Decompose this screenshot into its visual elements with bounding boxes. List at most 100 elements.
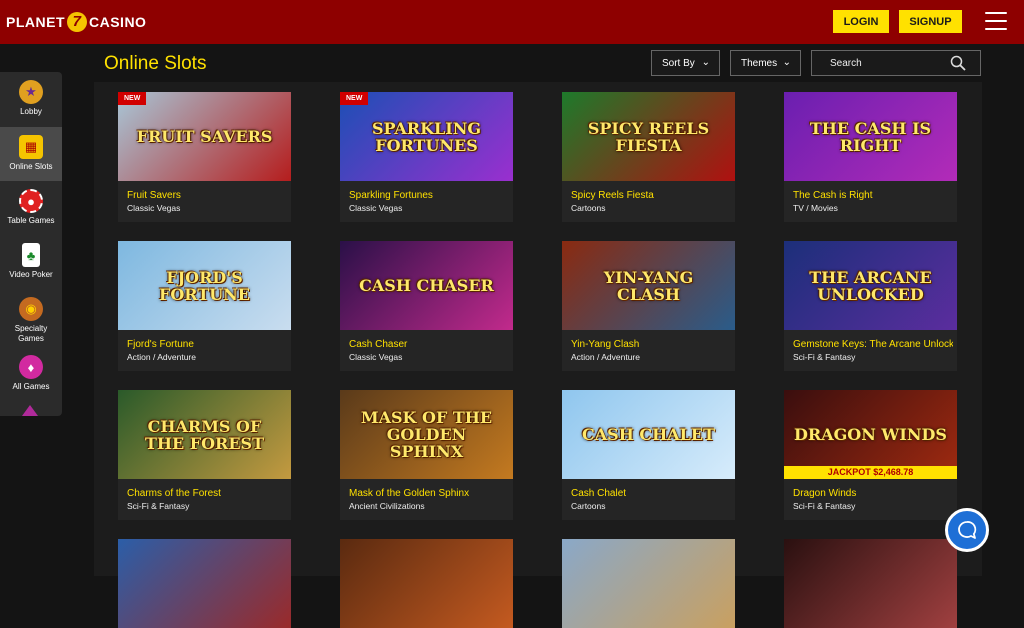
search-icon[interactable]	[950, 55, 966, 71]
sidebar-item-all-games[interactable]: ♦ All Games	[0, 347, 62, 397]
themes-dropdown[interactable]: Themes ⌄	[730, 50, 801, 76]
game-category: TV / Movies	[793, 203, 838, 213]
signup-button[interactable]: SIGNUP	[899, 10, 962, 33]
hamburger-line	[985, 12, 1007, 14]
game-category: Action / Adventure	[571, 352, 640, 362]
game-thumbnail[interactable]: CASH CHASER	[340, 241, 513, 330]
hamburger-menu-icon[interactable]	[985, 12, 1007, 30]
game-category: Ancient Civilizations	[349, 501, 425, 511]
game-name[interactable]: Gemstone Keys: The Arcane Unlocked	[793, 339, 953, 350]
game-card[interactable]	[340, 539, 513, 628]
sidebar-item-online-slots[interactable]: ▦ Online Slots	[0, 127, 62, 181]
game-art-title: MASK OF THE GOLDEN SPHINX	[360, 408, 493, 461]
playing-cards-icon: ♣	[22, 243, 40, 267]
game-thumbnail[interactable]	[784, 539, 957, 628]
sidebar-item-table-games[interactable]: ● Table Games	[0, 181, 62, 235]
game-art-title: CASH CHALET	[581, 425, 715, 444]
games-grid: FRUIT SAVERS NEW Fruit Savers Classic Ve…	[94, 82, 982, 628]
poker-chip-icon: ●	[19, 189, 43, 213]
game-thumbnail[interactable]: SPARKLING FORTUNES	[340, 92, 513, 181]
game-card[interactable]: THE ARCANE UNLOCKED Gemstone Keys: The A…	[784, 241, 957, 371]
game-name[interactable]: Sparkling Fortunes	[349, 190, 509, 201]
game-thumbnail[interactable]: FRUIT SAVERS	[118, 92, 291, 181]
game-thumbnail[interactable]: MASK OF THE GOLDEN SPHINX	[340, 390, 513, 479]
game-name[interactable]: Yin-Yang Clash	[571, 339, 731, 350]
game-name[interactable]: Cash Chaser	[349, 339, 509, 350]
game-art-title: THE ARCANE UNLOCKED	[809, 267, 932, 304]
game-card[interactable]	[784, 539, 957, 628]
sidebar-item-label: All Games	[12, 382, 50, 391]
game-thumbnail[interactable]: CHARMS OF THE FOREST	[118, 390, 291, 479]
game-category: Classic Vegas	[349, 203, 403, 213]
sidebar-item-label: Table Games	[7, 216, 55, 225]
game-category: Sci-Fi & Fantasy	[127, 501, 190, 511]
game-category: Classic Vegas	[127, 203, 181, 213]
game-art-title: SPARKLING FORTUNES	[371, 118, 482, 155]
game-thumbnail[interactable]	[118, 539, 291, 628]
game-art-title: FRUIT SAVERS	[136, 127, 273, 146]
game-thumbnail[interactable]: THE CASH IS RIGHT	[784, 92, 957, 181]
planet-7-casino-logo[interactable]: PLANET 7 CASINO	[6, 12, 146, 32]
game-card[interactable]	[118, 539, 291, 628]
game-card[interactable]: THE CASH IS RIGHT The Cash is Right TV /…	[784, 92, 957, 222]
game-art-title: CHARMS OF THE FOREST	[144, 416, 265, 453]
more-sidebar-icon[interactable]	[22, 405, 38, 416]
game-category: Classic Vegas	[349, 352, 403, 362]
game-thumbnail[interactable]	[340, 539, 513, 628]
game-card[interactable]	[562, 539, 735, 628]
sidebar-item-lobby[interactable]: ★ Lobby	[0, 72, 62, 127]
game-card[interactable]: SPARKLING FORTUNES NEW Sparkling Fortune…	[340, 92, 513, 222]
game-art-title: YIN-YANG CLASH	[603, 267, 694, 304]
sidebar-item-label: Video Poker	[9, 270, 53, 279]
game-name[interactable]: Fruit Savers	[127, 190, 287, 201]
login-button[interactable]: LOGIN	[833, 10, 889, 33]
game-thumbnail[interactable]: YIN-YANG CLASH	[562, 241, 735, 330]
game-card[interactable]: DRAGON WINDS JACKPOT $2,468.78 Dragon Wi…	[784, 390, 957, 520]
chevron-down-icon: ⌄	[782, 57, 791, 68]
game-name[interactable]: The Cash is Right	[793, 190, 953, 201]
game-name[interactable]: Cash Chalet	[571, 488, 731, 499]
game-category: Cartoons	[571, 501, 606, 511]
hamburger-line	[985, 20, 1007, 22]
game-card[interactable]: FJORD'S FORTUNE Fjord's Fortune Action /…	[118, 241, 291, 371]
game-thumbnail[interactable]: SPICY REELS FIESTA	[562, 92, 735, 181]
hamburger-line	[985, 28, 1007, 30]
game-thumbnail[interactable]: THE ARCANE UNLOCKED	[784, 241, 957, 330]
game-card[interactable]: CASH CHASER Cash Chaser Classic Vegas	[340, 241, 513, 371]
sidebar-item-specialty-games[interactable]: ◉ Specialty Games	[0, 289, 62, 347]
game-thumbnail[interactable]: CASH CHALET	[562, 390, 735, 479]
game-card[interactable]: SPICY REELS FIESTA Spicy Reels Fiesta Ca…	[562, 92, 735, 222]
game-name[interactable]: Mask of the Golden Sphinx	[349, 488, 509, 499]
game-thumbnail[interactable]: FJORD'S FORTUNE	[118, 241, 291, 330]
sidebar-item-label: Lobby	[20, 107, 42, 116]
game-art-title: CASH CHASER	[359, 276, 494, 295]
live-chat-button[interactable]	[945, 508, 989, 552]
new-badge: NEW	[340, 92, 369, 105]
game-category: Sci-Fi & Fantasy	[793, 501, 856, 511]
game-art-title: THE CASH IS RIGHT	[809, 118, 932, 155]
game-name[interactable]: Dragon Winds	[793, 488, 953, 499]
sort-by-dropdown[interactable]: Sort By ⌄	[651, 50, 720, 76]
game-name[interactable]: Fjord's Fortune	[127, 339, 287, 350]
game-thumbnail[interactable]: DRAGON WINDS JACKPOT $2,468.78	[784, 390, 957, 479]
logo-seven-mark: 7	[67, 12, 87, 32]
game-art-title: FJORD'S FORTUNE	[159, 267, 250, 304]
game-art-title: DRAGON WINDS	[794, 425, 947, 444]
lobby-icon: ★	[19, 80, 43, 104]
page-title: Online Slots	[104, 53, 207, 74]
game-card[interactable]: YIN-YANG CLASH Yin-Yang Clash Action / A…	[562, 241, 735, 371]
logo-left-text: PLANET	[6, 14, 65, 30]
game-card[interactable]: MASK OF THE GOLDEN SPHINX Mask of the Go…	[340, 390, 513, 520]
search-input[interactable]	[812, 57, 942, 69]
sidebar-item-video-poker[interactable]: ♣ Video Poker	[0, 235, 62, 289]
gems-icon: ♦	[19, 355, 43, 379]
game-thumbnail[interactable]	[562, 539, 735, 628]
new-badge: NEW	[118, 92, 147, 105]
game-name[interactable]: Spicy Reels Fiesta	[571, 190, 731, 201]
top-header-bar: PLANET 7 CASINO LOGIN SIGNUP	[0, 0, 1024, 44]
game-card[interactable]: CASH CHALET Cash Chalet Cartoons	[562, 390, 735, 520]
game-card[interactable]: CHARMS OF THE FOREST Charms of the Fores…	[118, 390, 291, 520]
game-card[interactable]: FRUIT SAVERS NEW Fruit Savers Classic Ve…	[118, 92, 291, 222]
game-art-title: SPICY REELS FIESTA	[587, 118, 710, 155]
game-name[interactable]: Charms of the Forest	[127, 488, 287, 499]
